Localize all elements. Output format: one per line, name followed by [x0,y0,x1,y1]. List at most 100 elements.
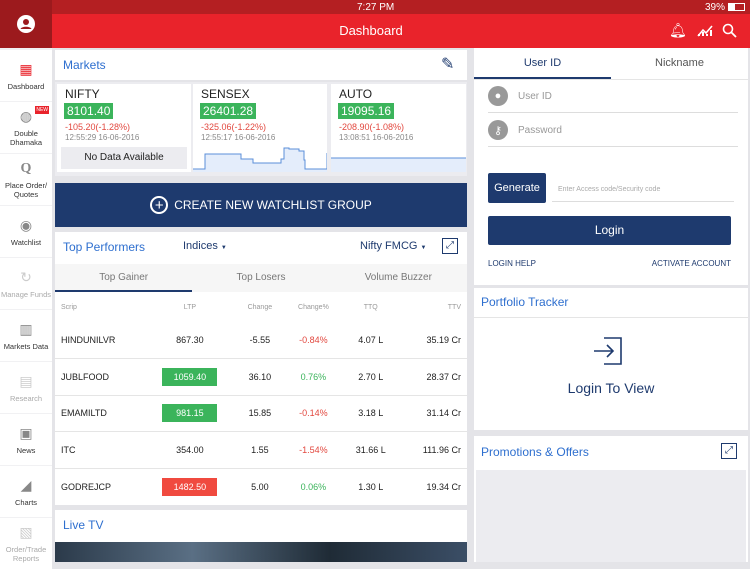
index-dropdown[interactable]: Nifty FMCG ▼ [360,240,426,252]
ttv-cell: 19.34 Cr [399,467,467,505]
new-badge: NEW [35,106,49,114]
col-change: Change [247,303,273,311]
sidebar-item-charts[interactable]: ◢ Charts [0,466,52,517]
col-ltp: LTP [183,303,197,311]
tab-volume-buzzer[interactable]: Volume Buzzer [330,264,467,292]
user-id-field[interactable]: ● User ID [488,80,738,113]
clock: 7:27 PM [357,2,395,13]
table-row[interactable]: GODREJCP 1482.50 5.00 0.06% 1.30 L 19.34 Cr [55,467,467,505]
scrip-cell: EMAMILTD [55,394,145,432]
change-cell: 5.00 [235,467,285,505]
live-tv-video[interactable] [55,542,467,562]
table-row[interactable]: HINDUNILVR 867.30 -5.55 -0.84% 4.07 L 35.19 C… [55,322,467,359]
login-help-link[interactable]: LOGIN HELP [488,259,536,268]
search-icon[interactable] [722,23,737,38]
sidebar-item-double-dhamaka[interactable]: ◍ Double Dhamaka NEW [0,102,52,153]
eye-icon: ◉ [19,216,33,233]
index-dropdown-label: Nifty FMCG [360,240,418,252]
generate-button[interactable]: Generate [488,173,546,203]
tab-user-id[interactable]: User ID [474,48,611,79]
caret-down-icon: ▼ [220,245,227,251]
ttv-cell: 28.37 Cr [399,358,467,396]
sidebar-item-markets-data[interactable]: ▥ Markets Data [0,310,52,361]
activate-account-link[interactable]: ACTIVATE ACCOUNT [652,259,731,268]
user-icon: ● [488,86,508,106]
change-pct-cell: -0.84% [299,335,328,346]
sidebar-item-news[interactable]: ▣ News [0,414,52,465]
chart-trend-icon[interactable] [697,23,713,37]
login-to-view-link[interactable]: Login To View [474,380,748,396]
sidebar-item-label: Dashboard [7,81,45,91]
password-placeholder: Password [518,124,562,136]
page-title: Dashboard [339,23,403,38]
ltp-badge: 981.15 [162,404,218,423]
table-row[interactable]: ITC 354.00 1.55 -1.54% 31.66 L 111.96 Cr [55,431,467,469]
table-row[interactable]: JUBLFOOD 1059.40 36.10 0.76% 2.70 L 28.37 Cr [55,358,467,396]
scrip-cell: HINDUNILVR [61,335,116,346]
market-tile-auto[interactable]: AUTO 19095.16 -208.90(-1.08%) 13:08:51 1… [331,84,466,172]
indices-dropdown-label: Indices [183,240,218,252]
table-row[interactable]: EMAMILTD 981.15 15.85 -0.14% 3.18 L 31.14 Cr [55,394,467,432]
tab-nickname[interactable]: Nickname [611,48,748,79]
edit-pencil-icon[interactable]: ✎ [441,54,454,74]
ttq-cell: 2.70 L [342,358,400,396]
sidebar-item-watchlist[interactable]: ◉ Watchlist [0,206,52,257]
profile-button[interactable] [0,0,52,48]
change-pct-cell: -1.54% [284,431,343,469]
ttq-cell: 1.30 L [342,467,400,505]
caret-down-icon: ▼ [420,245,427,251]
col-ttv: TTV [447,303,461,311]
ltp-badge: 1482.50 [162,477,218,496]
sidebar-item-label: News [16,445,36,455]
sidebar-item-label: Markets Data [3,341,49,351]
ttv-cell: 111.96 Cr [399,431,467,469]
live-tv-card: Live TV [55,510,467,562]
promotions-card: Promotions & Offers ⤢ [474,436,748,562]
sidebar: ▦ Dashboard ◍ Double Dhamaka NEW Q Place Ord… [0,48,52,569]
tab-top-gainer[interactable]: Top Gainer [55,264,193,292]
market-tile-nifty[interactable]: NIFTY 8101.40 -105.20(-1.28%) 12:55:29 1… [57,84,191,172]
index-name: SENSEX [201,87,250,101]
index-change: -105.20(-1.28%) [65,122,131,132]
index-timestamp: 12:55:17 16-06-2016 [201,133,276,142]
password-field[interactable]: ⚷ Password [488,114,738,147]
index-price: 8101.40 [64,103,114,119]
sidebar-item-research[interactable]: ▤ Research [0,362,52,413]
change-pct-cell: 0.06% [284,467,343,505]
sidebar-item-place-order[interactable]: Q Place Order/ Quotes [0,154,52,205]
index-change: -325.06(-1.22%) [201,122,267,132]
login-button[interactable]: Login [488,216,731,245]
create-watchlist-label: CREATE NEW WATCHLIST GROUP [174,198,372,212]
sensex-sparkline [193,147,327,172]
sidebar-item-label: Double Dhamaka [9,129,43,147]
sidebar-item-manage-funds[interactable]: ↻ Manage Funds [0,258,52,309]
funds-icon: ↻ [20,268,32,285]
create-watchlist-group-button[interactable]: + CREATE NEW WATCHLIST GROUP [55,183,467,227]
top-performers-card: Top Performers Indices ▼ Nifty FMCG ▼ ⤢ … [55,232,467,505]
ltp-value: 867.30 [176,335,204,346]
ltp-badge: 1059.40 [162,367,218,386]
scrip-cell: JUBLFOOD [55,358,145,396]
sidebar-item-dashboard[interactable]: ▦ Dashboard [0,50,52,101]
change-cell: 36.10 [235,358,285,396]
expand-icon[interactable]: ⤢ [442,238,458,254]
ttq-cell: 31.66 L [342,431,400,469]
market-tile-sensex[interactable]: SENSEX 26401.28 -325.06(-1.22%) 12:55:17… [193,84,327,172]
sidebar-item-label: Place Order/ Quotes [4,180,48,199]
index-price: 26401.28 [200,103,257,119]
access-code-input[interactable]: Enter Access code/Security code [552,176,734,202]
bell-icon[interactable]: 🔔︎ [669,22,687,39]
ttv-cell: 35.19 Cr [426,335,461,346]
change-cell: -5.55 [249,335,271,346]
indices-dropdown[interactable]: Indices ▼ [183,240,227,252]
col-change-pct: Change% [298,303,329,311]
col-ttq: TTQ [363,303,378,311]
news-icon: ▣ [19,424,33,441]
index-price: 19095.16 [338,103,395,119]
expand-icon[interactable]: ⤢ [721,443,737,459]
markets-title: Markets [63,58,106,72]
grid-icon: ▦ [19,60,33,77]
tab-top-losers[interactable]: Top Losers [192,264,329,292]
sidebar-item-order-reports[interactable]: ▧ Order/Trade Reports [0,518,52,569]
scrip-cell: GODREJCP [55,467,145,505]
